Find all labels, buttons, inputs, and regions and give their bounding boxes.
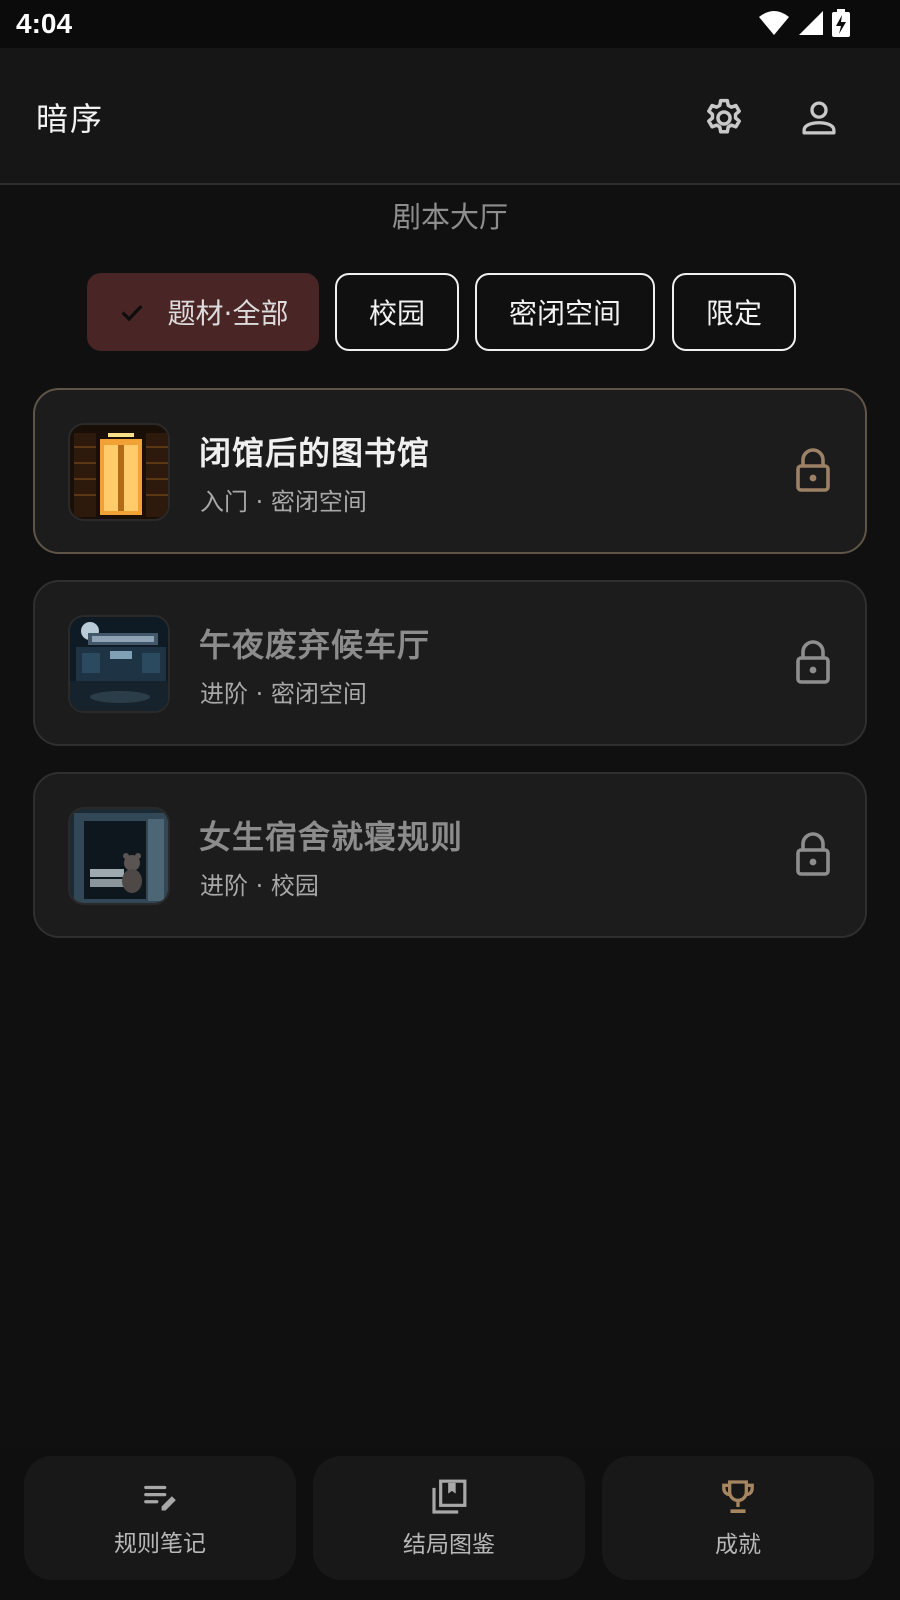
person-icon (802, 101, 836, 135)
lock-icon (795, 448, 831, 496)
settings-button[interactable] (696, 90, 752, 146)
trophy-icon (722, 1480, 754, 1513)
notes-edit-icon (144, 1485, 176, 1511)
section-title: 剧本大厅 (391, 200, 508, 234)
nav-label: 结局图鉴 (403, 1532, 495, 1558)
lock-icon (795, 832, 831, 880)
nav-label: 规则笔记 (114, 1531, 206, 1557)
script-title: 女生宿舍就寝规则 (199, 818, 464, 856)
status-icons (758, 9, 850, 37)
filter-chip-enclosed-space[interactable]: 密闭空间 (475, 273, 655, 351)
filter-chip-label: 题材·全部 (167, 297, 289, 330)
check-icon (118, 298, 146, 326)
script-subtitle: 进阶 · 密闭空间 (200, 680, 367, 708)
filter-chip-limited[interactable]: 限定 (672, 273, 796, 351)
script-card-waiting-hall[interactable]: 午夜废弃候车厅 进阶 · 密闭空间 (33, 580, 867, 746)
nav-achievements[interactable]: 成就 (602, 1456, 874, 1580)
status-time: 4:04 (16, 8, 73, 39)
cellular-signal-icon (799, 11, 823, 35)
battery-charging-icon (832, 9, 850, 37)
gear-icon (707, 98, 741, 134)
profile-button[interactable] (791, 90, 847, 146)
nav-rule-notes[interactable]: 规则笔记 (24, 1456, 296, 1580)
script-subtitle: 入门 · 密闭空间 (200, 488, 367, 516)
lock-icon (795, 640, 831, 688)
script-subtitle: 进阶 · 校园 (200, 872, 319, 900)
script-card-dormitory[interactable]: 女生宿舍就寝规则 进阶 · 校园 (33, 772, 867, 938)
bottom-navigation: 规则笔记 结局图鉴 成就 (0, 1448, 900, 1600)
filter-chip-all[interactable]: 题材·全部 (87, 273, 319, 351)
filter-chip-label: 限定 (705, 297, 762, 330)
filter-chip-label: 校园 (368, 297, 425, 330)
collection-bookmark-icon (432, 1479, 467, 1514)
status-bar: 4:04 (0, 0, 900, 48)
nav-label: 成就 (715, 1532, 761, 1558)
filter-chip-label: 密闭空间 (508, 297, 621, 330)
nav-ending-gallery[interactable]: 结局图鉴 (313, 1456, 585, 1580)
waiting-hall-thumbnail (68, 615, 170, 713)
script-title: 闭馆后的图书馆 (199, 434, 431, 472)
script-title: 午夜废弃候车厅 (199, 626, 431, 664)
wifi-icon (759, 11, 789, 35)
script-card-library[interactable]: 闭馆后的图书馆 入门 · 密闭空间 (33, 388, 867, 554)
dormitory-thumbnail (68, 807, 170, 905)
library-thumbnail (68, 423, 170, 521)
app-bar: 暗序 (0, 48, 900, 185)
filter-chip-campus[interactable]: 校园 (335, 273, 459, 351)
app-title: 暗序 (36, 100, 105, 138)
